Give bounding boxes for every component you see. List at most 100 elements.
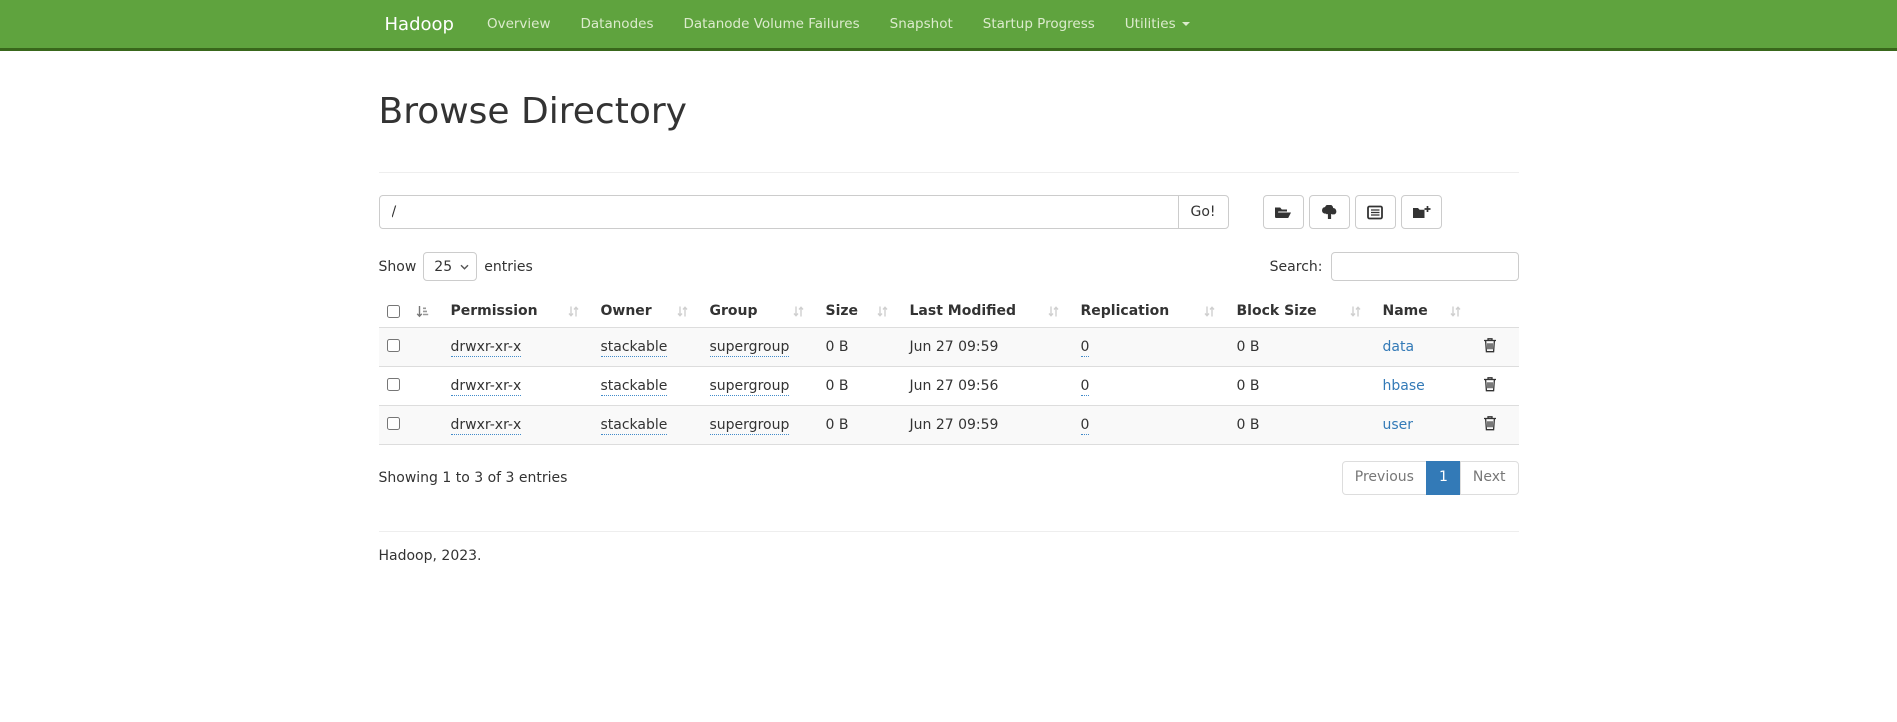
table-header-row: Permission Owner Group Size Last Mod (379, 295, 1519, 328)
directory-link[interactable]: data (1383, 339, 1415, 355)
select-all-checkbox[interactable] (387, 305, 400, 318)
delete-button[interactable] (1483, 415, 1497, 431)
column-header-select-all[interactable] (379, 295, 443, 328)
row-checkbox[interactable] (387, 378, 400, 391)
column-label: Owner (601, 303, 652, 319)
block-size-value: 0 B (1237, 378, 1260, 394)
owner-value[interactable]: stackable (601, 339, 668, 357)
page-title: Browse Directory (379, 91, 1519, 132)
pagination-previous[interactable]: Previous (1342, 461, 1427, 495)
sort-both-icon (1450, 305, 1461, 318)
permission-value[interactable]: drwxr-xr-x (451, 339, 522, 357)
last-modified-value: Jun 27 09:59 (910, 417, 999, 433)
go-button[interactable]: Go! (1178, 195, 1229, 229)
table-info: Showing 1 to 3 of 3 entries (379, 470, 568, 486)
column-header-block-size[interactable]: Block Size (1229, 295, 1375, 328)
column-label: Replication (1081, 303, 1170, 319)
directory-link[interactable]: hbase (1383, 378, 1425, 394)
last-modified-value: Jun 27 09:59 (910, 339, 999, 355)
column-header-group[interactable]: Group (702, 295, 818, 328)
sort-both-icon (677, 305, 688, 318)
replication-value[interactable]: 0 (1081, 417, 1090, 435)
trash-icon (1483, 376, 1497, 392)
size-value: 0 B (826, 378, 849, 394)
block-size-value: 0 B (1237, 339, 1260, 355)
group-value[interactable]: supergroup (710, 339, 790, 357)
owner-value[interactable]: stackable (601, 378, 668, 396)
search-input[interactable] (1331, 252, 1519, 281)
block-size-value: 0 B (1237, 417, 1260, 433)
size-value: 0 B (826, 339, 849, 355)
replication-value[interactable]: 0 (1081, 378, 1090, 396)
pagination: Previous 1 Next (1342, 461, 1519, 495)
replication-value[interactable]: 0 (1081, 339, 1090, 357)
nav-startup-progress[interactable]: Startup Progress (968, 16, 1110, 32)
pagination-next[interactable]: Next (1460, 461, 1519, 495)
nav-utilities-dropdown[interactable]: Utilities (1110, 16, 1205, 32)
trash-icon (1483, 415, 1497, 431)
footer-text: Hadoop, 2023. (379, 548, 1519, 564)
nav-datanodes[interactable]: Datanodes (566, 16, 669, 32)
permission-value[interactable]: drwxr-xr-x (451, 378, 522, 396)
column-header-size[interactable]: Size (818, 295, 902, 328)
group-value[interactable]: supergroup (710, 417, 790, 435)
table-row: drwxr-xr-x stackable supergroup 0 B Jun … (379, 367, 1519, 406)
column-header-replication[interactable]: Replication (1073, 295, 1229, 328)
sort-both-icon (1048, 305, 1059, 318)
table-footer-controls: Showing 1 to 3 of 3 entries Previous 1 N… (379, 461, 1519, 495)
permission-value[interactable]: drwxr-xr-x (451, 417, 522, 435)
directory-link[interactable]: user (1383, 417, 1414, 433)
brand-hadoop[interactable]: Hadoop (379, 14, 460, 35)
sort-both-icon (793, 305, 804, 318)
owner-value[interactable]: stackable (601, 417, 668, 435)
chevron-down-icon (460, 264, 469, 270)
row-checkbox[interactable] (387, 417, 400, 430)
search-label: Search: (1270, 259, 1323, 275)
trash-icon (1483, 337, 1497, 353)
page-header: Browse Directory (379, 91, 1519, 173)
delete-button[interactable] (1483, 376, 1497, 392)
column-header-actions (1475, 295, 1519, 328)
pagination-page-1[interactable]: 1 (1426, 461, 1461, 495)
caret-down-icon (1182, 22, 1190, 26)
cloud-upload-icon (1320, 205, 1339, 220)
column-header-permission[interactable]: Permission (443, 295, 593, 328)
page-size-select[interactable]: 25 (423, 252, 477, 281)
page-size-value: 25 (434, 259, 452, 275)
column-label: Last Modified (910, 303, 1017, 319)
sort-both-icon (568, 305, 579, 318)
path-bar: Go! (379, 195, 1519, 229)
column-label: Size (826, 303, 859, 319)
nav-snapshot[interactable]: Snapshot (875, 16, 968, 32)
group-value[interactable]: supergroup (710, 378, 790, 396)
footer-divider (379, 531, 1519, 532)
create-directory-button[interactable] (1401, 195, 1442, 229)
last-modified-value: Jun 27 09:56 (910, 378, 999, 394)
column-label: Group (710, 303, 758, 319)
sort-both-icon (877, 305, 888, 318)
column-header-name[interactable]: Name (1375, 295, 1475, 328)
top-navbar: Hadoop Overview Datanodes Datanode Volum… (0, 0, 1897, 51)
column-label: Name (1383, 303, 1428, 319)
set-quota-button[interactable] (1355, 195, 1396, 229)
column-label: Permission (451, 303, 538, 319)
list-alt-icon (1367, 205, 1383, 220)
nav-datanode-volume-failures[interactable]: Datanode Volume Failures (668, 16, 874, 32)
table-controls: Show 25 entries Search: (379, 252, 1519, 281)
sort-both-icon (1204, 305, 1215, 318)
show-label: Show (379, 259, 417, 275)
row-checkbox[interactable] (387, 339, 400, 352)
directory-listing-table: Permission Owner Group Size Last Mod (379, 295, 1519, 445)
sort-both-icon (1350, 305, 1361, 318)
cut-paste-button[interactable] (1263, 195, 1304, 229)
entries-label: entries (484, 259, 533, 275)
nav-overview[interactable]: Overview (472, 16, 566, 32)
table-row: drwxr-xr-x stackable supergroup 0 B Jun … (379, 406, 1519, 445)
upload-file-button[interactable] (1309, 195, 1350, 229)
directory-path-input[interactable] (379, 195, 1179, 229)
column-header-last-modified[interactable]: Last Modified (902, 295, 1073, 328)
new-folder-icon (1412, 205, 1431, 220)
delete-button[interactable] (1483, 337, 1497, 353)
column-label: Block Size (1237, 303, 1317, 319)
column-header-owner[interactable]: Owner (593, 295, 702, 328)
